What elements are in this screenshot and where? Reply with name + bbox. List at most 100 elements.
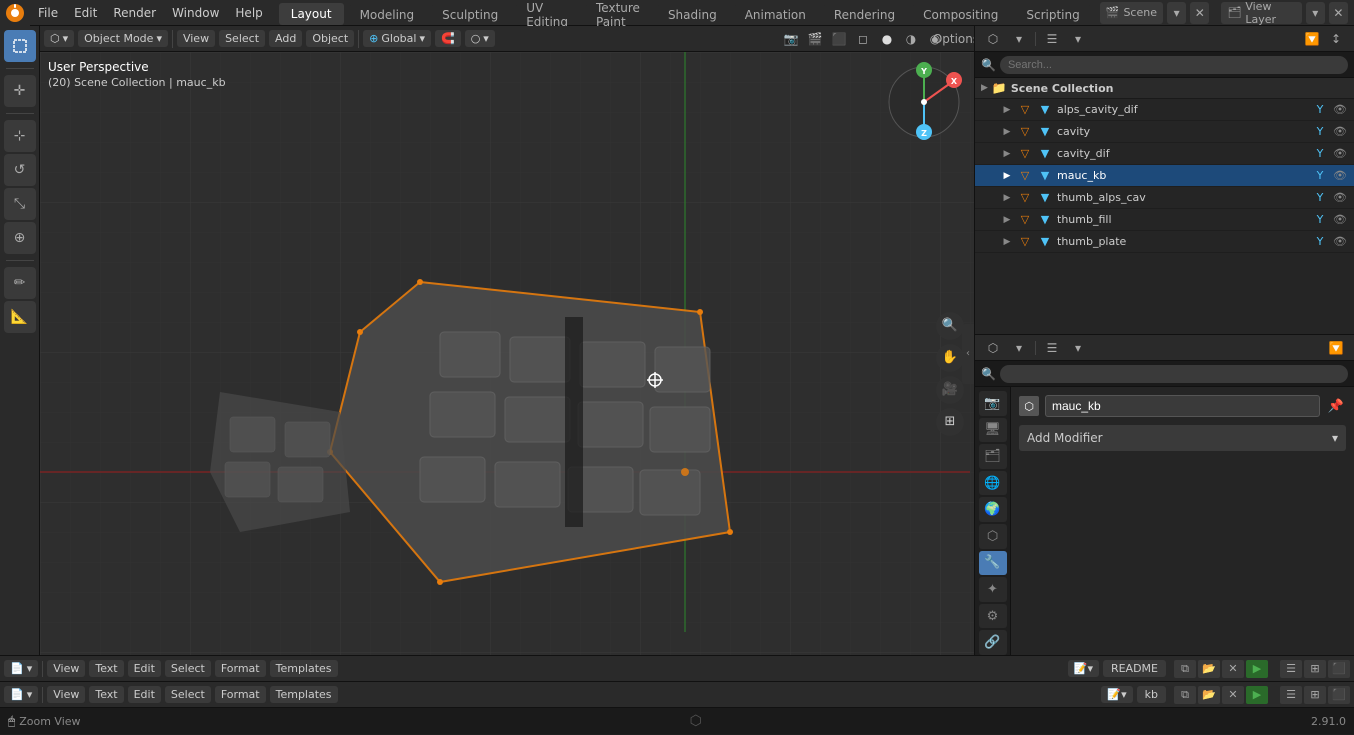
item-arrow[interactable]: ▶ (1001, 236, 1013, 248)
viewport-solid-btn[interactable]: ● (876, 28, 898, 50)
menu-file[interactable]: File (30, 0, 66, 26)
prop-tab-physics[interactable]: ⚙ (979, 604, 1007, 629)
toolbar-measure[interactable]: 📐 (4, 301, 36, 333)
bottom-text-type-icon-2[interactable]: 📝▾ (1101, 686, 1132, 703)
prop-tab-constraints[interactable]: 🔗 (979, 630, 1007, 655)
bottom-copy-btn-2[interactable]: ⧉ (1174, 686, 1196, 704)
toolbar-move[interactable]: ⊹ (4, 120, 36, 152)
bottom-close-btn-2[interactable]: ✕ (1222, 686, 1244, 704)
toolbar-cursor[interactable]: ✛ (4, 75, 36, 107)
bottom-folder-btn-1[interactable]: 📂 (1198, 660, 1220, 678)
item-arrow[interactable]: ▶ (1001, 104, 1013, 116)
item-visibility-icon[interactable]: 👁 (1332, 234, 1348, 250)
outliner-item-thumb-alps-cav[interactable]: ▶ ▽ ▼ thumb_alps_cav Y 👁 (975, 187, 1354, 209)
prop-tab-object[interactable]: ⬡ (979, 524, 1007, 549)
menu-render[interactable]: Render (105, 0, 164, 26)
item-funnel-icon[interactable]: Y (1312, 168, 1328, 184)
item-arrow[interactable]: ▶ (1001, 214, 1013, 226)
add-modifier-btn[interactable]: Add Modifier ▾ (1019, 425, 1346, 451)
bottom-templates-2[interactable]: Templates (270, 686, 338, 703)
outliner-item-cavity[interactable]: ▶ ▽ ▼ cavity Y 👁 (975, 121, 1354, 143)
bottom-format-1[interactable]: Format (215, 660, 266, 677)
tab-shading[interactable]: Shading (656, 5, 729, 25)
item-arrow[interactable]: ▶ (1001, 170, 1013, 182)
close-view-layer[interactable]: ✕ (1329, 2, 1348, 24)
item-arrow[interactable]: ▶ (1001, 126, 1013, 138)
properties-search-input[interactable] (1000, 365, 1348, 383)
bottom-view-1[interactable]: View (47, 660, 85, 677)
outliner-search-input[interactable] (1000, 56, 1348, 74)
bottom-block-view-2[interactable]: ⬛ (1328, 686, 1350, 704)
close-scene[interactable]: ✕ (1190, 2, 1209, 24)
zoom-in-btn[interactable]: 🔍 (936, 312, 964, 340)
item-funnel-icon[interactable]: Y (1312, 102, 1328, 118)
bottom-copy-btn-1[interactable]: ⧉ (1174, 660, 1196, 678)
prop-tab-particles[interactable]: ✦ (979, 577, 1007, 602)
tab-uv-editing[interactable]: UV Editing (514, 5, 580, 25)
bottom-select-1[interactable]: Select (165, 660, 211, 677)
transform-orientation-btn[interactable]: ⊕ Global ▾ (363, 30, 431, 47)
filter-icon[interactable]: 🔽 (1302, 29, 1322, 49)
display-mode-dropdown[interactable]: ▾ (1068, 29, 1088, 49)
bottom-close-btn-1[interactable]: ✕ (1222, 660, 1244, 678)
tab-modeling[interactable]: Modeling (348, 5, 427, 25)
tab-rendering[interactable]: Rendering (822, 5, 907, 25)
bottom-view-2[interactable]: View (47, 686, 85, 703)
viewport-camera-btn[interactable]: 📷 (780, 28, 802, 50)
item-visibility-icon[interactable]: 👁 (1332, 102, 1348, 118)
outliner-item-cavity-dif[interactable]: ▶ ▽ ▼ cavity_dif Y 👁 (975, 143, 1354, 165)
item-visibility-icon[interactable]: 👁 (1332, 124, 1348, 140)
bottom-play-btn-1[interactable]: ▶ (1246, 660, 1268, 678)
menu-window[interactable]: Window (164, 0, 227, 26)
tab-scripting[interactable]: Scripting (1014, 5, 1091, 25)
item-funnel-icon[interactable]: Y (1312, 190, 1328, 206)
tab-compositing[interactable]: Compositing (911, 5, 1010, 25)
bottom-templates-1[interactable]: Templates (270, 660, 338, 677)
toolbar-select-box[interactable] (4, 30, 36, 62)
prop-tab-render[interactable]: 📷 (979, 391, 1007, 416)
pan-btn[interactable]: ✋ (936, 344, 964, 372)
item-visibility-icon[interactable]: 👁 (1332, 146, 1348, 162)
bottom-list-view-1[interactable]: ☰ (1280, 660, 1302, 678)
bottom-grid-view-2[interactable]: ⊞ (1304, 686, 1326, 704)
scene-selector[interactable]: 🎬 Scene (1100, 2, 1163, 24)
toolbar-scale[interactable]: ⤡ (4, 188, 36, 220)
bottom-list-view-2[interactable]: ☰ (1280, 686, 1302, 704)
select-menu-btn[interactable]: Select (219, 30, 265, 47)
prop-pin-icon[interactable]: 📌 (1326, 396, 1346, 416)
toolbar-transform[interactable]: ⊕ (4, 222, 36, 254)
bottom-format-2[interactable]: Format (215, 686, 266, 703)
snap-btn[interactable]: 🧲 (435, 30, 461, 47)
viewport-overlays-btn[interactable]: ⬛ (828, 28, 850, 50)
properties-display-icon[interactable]: ☰ (1042, 338, 1062, 358)
bottom-edit-2[interactable]: Edit (128, 686, 161, 703)
properties-display-dropdown[interactable]: ▾ (1068, 338, 1088, 358)
orthographic-btn[interactable]: ⊞ (936, 408, 964, 436)
viewport-3d[interactable]: User Perspective (20) Scene Collection |… (40, 52, 974, 655)
tab-animation[interactable]: Animation (733, 5, 818, 25)
bottom-text-1[interactable]: Text (89, 660, 123, 677)
proportional-edit-btn[interactable]: ○ ▾ (465, 30, 495, 47)
prop-tab-modifier[interactable]: 🔧 (979, 551, 1007, 576)
prop-tab-output[interactable]: 🖥 (979, 418, 1007, 443)
sync-icon[interactable]: ↕ (1326, 29, 1346, 49)
item-visibility-icon[interactable]: 👁 (1332, 168, 1348, 184)
bottom-block-view-1[interactable]: ⬛ (1328, 660, 1350, 678)
outliner-item-mauc-kb[interactable]: ▶ ▽ ▼ mauc_kb Y 👁 (975, 165, 1354, 187)
properties-editor-dropdown[interactable]: ▾ (1009, 338, 1029, 358)
object-mode-btn[interactable]: Object Mode ▾ (78, 30, 168, 47)
bottom-text-2[interactable]: Text (89, 686, 123, 703)
editor-type-icon[interactable]: ⬡ (983, 29, 1003, 49)
prop-tab-scene[interactable]: 🌐 (979, 471, 1007, 496)
item-funnel-icon[interactable]: Y (1312, 146, 1328, 162)
scene-dropdown[interactable]: ▾ (1167, 2, 1186, 24)
item-funnel-icon[interactable]: Y (1312, 234, 1328, 250)
bottom-folder-btn-2[interactable]: 📂 (1198, 686, 1220, 704)
view-menu-btn[interactable]: View (177, 30, 215, 47)
outliner-item-thumb-plate[interactable]: ▶ ▽ ▼ thumb_plate Y 👁 (975, 231, 1354, 253)
object-menu-btn[interactable]: Object (306, 30, 354, 47)
view-layer-dropdown[interactable]: ▾ (1306, 2, 1325, 24)
display-mode-icon[interactable]: ☰ (1042, 29, 1062, 49)
item-arrow[interactable]: ▶ (1001, 148, 1013, 160)
item-visibility-icon[interactable]: 👁 (1332, 212, 1348, 228)
